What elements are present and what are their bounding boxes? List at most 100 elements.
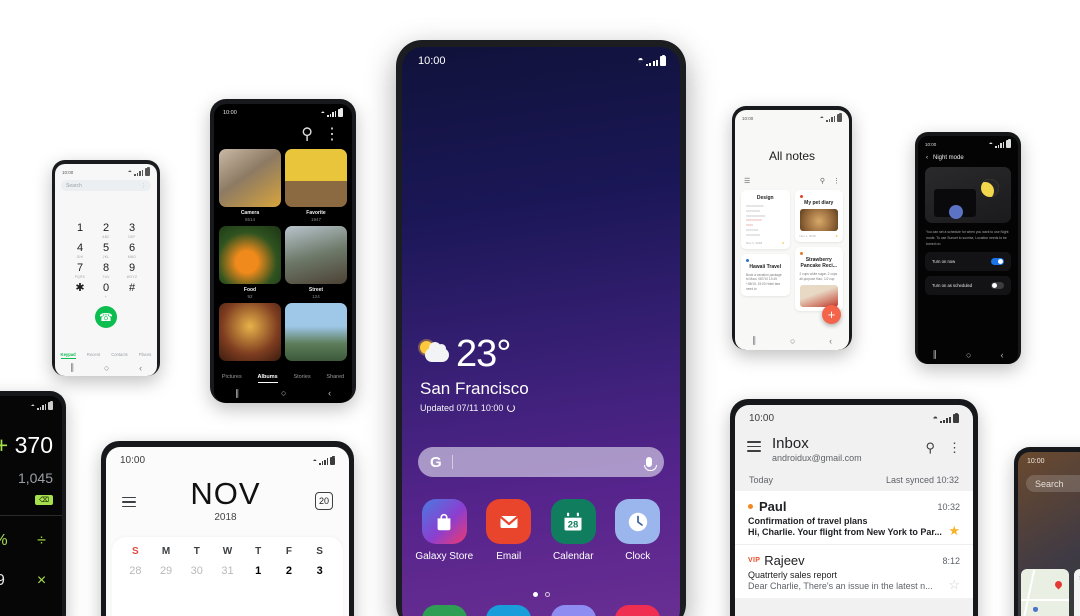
note-card[interactable]: My pet diary Nov 1, 2018 ★ <box>794 190 843 242</box>
dialer-tab-keypad[interactable]: Keypad <box>60 352 76 359</box>
dialer-tabs[interactable]: Keypad Recent Contacts Places <box>55 352 157 359</box>
nav-bar[interactable]: ∥ ○ ‹ <box>214 383 352 403</box>
calculator-key-divide[interactable]: ÷ <box>21 532 62 550</box>
dock[interactable] <box>412 605 670 616</box>
phone-calendar[interactable]: 10:00 ◓ NOV 2018 20 S M T W T F S 28 29 … <box>101 441 354 616</box>
back-arrow-icon[interactable]: ‹ <box>926 155 928 161</box>
star-icon[interactable]: ★ <box>835 234 838 238</box>
calendar-week-row[interactable]: 28 29 30 31 1 2 3 <box>120 565 335 577</box>
mail-list-item[interactable]: Paul 10:32 Confirmation of travel plans … <box>735 491 973 544</box>
home-icon[interactable]: ○ <box>966 350 971 360</box>
phone-night-mode[interactable]: 10:00 ◓ ‹ Night mode You can set a sched… <box>915 132 1021 364</box>
night-mode-header[interactable]: ‹ Night mode <box>918 148 1018 161</box>
dial-key-5[interactable]: 5 JKL <box>93 243 119 260</box>
map-pin-icon[interactable] <box>1053 579 1064 590</box>
inbox-header[interactable]: Inbox androidux@gmail.com ⚲ ⋮ <box>735 424 973 463</box>
app-clock[interactable]: Clock <box>606 499 671 563</box>
album-item[interactable]: Camera 6514 <box>219 149 281 222</box>
calculator-key-percent[interactable]: % <box>0 532 21 550</box>
back-icon[interactable]: ‹ <box>1000 350 1003 360</box>
calendar-header[interactable]: NOV 2018 20 <box>106 466 349 523</box>
notes-toolbar[interactable]: ☰ ⚲ ⋮ <box>735 163 849 190</box>
today-button[interactable]: 20 <box>315 491 333 510</box>
home-icon[interactable]: ○ <box>790 336 795 346</box>
calculator-delete-row[interactable]: ⌫ <box>0 486 62 505</box>
gallery-tab-shared[interactable]: Shared <box>326 374 344 383</box>
home-icon[interactable]: ○ <box>281 388 286 398</box>
recents-icon[interactable]: ∥ <box>933 349 938 360</box>
gallery-tab-pictures[interactable]: Pictures <box>222 374 242 383</box>
calendar-day[interactable]: 3 <box>304 565 335 577</box>
phone-map-search[interactable]: 10:00 Search Search 1 4 GHI <box>1014 447 1080 616</box>
backspace-icon[interactable]: ⌫ <box>35 495 53 505</box>
album-item[interactable]: Favorite 1947 <box>285 149 347 222</box>
more-vertical-icon[interactable]: ⋮ <box>141 183 146 189</box>
nav-bar[interactable]: ∥ ○ ‹ <box>918 345 1018 364</box>
phone-home-screen[interactable]: 10:00 ◓ 23° San Francisco Updated 07/11 … <box>396 40 686 616</box>
dialer-search-field[interactable]: Search ⋮ <box>61 180 151 191</box>
search-icon[interactable]: ⚲ <box>925 440 935 456</box>
calendar-day[interactable]: 28 <box>120 565 151 577</box>
gallery-tab-albums[interactable]: Albums <box>257 374 278 383</box>
dial-key-1[interactable]: 1 <box>67 223 93 239</box>
dial-key-hash[interactable]: # <box>119 283 145 299</box>
back-icon[interactable]: ‹ <box>328 388 331 398</box>
calendar-day[interactable]: 29 <box>151 565 182 577</box>
more-vertical-icon[interactable]: ⋮ <box>948 440 961 456</box>
note-card[interactable]: Design ≈≈≈≈≈≈≈≈≈≈ ≈≈≈≈≈≈≈≈ ≈≈≈≈≈≈≈≈≈≈≈ ≈≈≈… <box>741 190 790 249</box>
mail-list-item[interactable]: VIP Rajeev 8:12 Quatrterly sales report … <box>735 544 973 598</box>
gallery-tabs[interactable]: Pictures Albums Stories Shared <box>214 374 352 383</box>
note-card[interactable]: Strawberry Pancake Reci... 2 cups white … <box>794 247 843 311</box>
app-calendar[interactable]: 28 Calendar <box>541 499 606 563</box>
phone-calculator[interactable]: ◓ + 370 1,045 ⌫ % ÷ 9 × <box>0 391 66 616</box>
gallery-toolbar[interactable]: ⚲ ⋮ <box>214 117 352 149</box>
dial-key-9[interactable]: 9 WXYZ <box>119 263 145 280</box>
map-side-panel[interactable]: Search 1 4 GHI <box>1074 569 1080 616</box>
album-item[interactable]: Street 124 <box>285 226 347 299</box>
calendar-day[interactable]: 31 <box>212 565 243 577</box>
page-dot[interactable] <box>544 592 550 597</box>
more-vertical-icon[interactable]: ⋮ <box>324 124 340 144</box>
star-icon[interactable]: ★ <box>948 524 960 537</box>
star-icon[interactable]: ★ <box>782 241 785 245</box>
mic-icon[interactable] <box>643 457 657 471</box>
dial-key-0[interactable]: 0 + <box>93 283 119 300</box>
toggle-switch-off[interactable] <box>991 282 1004 290</box>
calendar-day[interactable]: 2 <box>274 565 305 577</box>
dial-key-3[interactable]: 3 DEF <box>119 223 145 240</box>
side-key-1[interactable]: 1 <box>1074 604 1080 615</box>
dock-phone[interactable] <box>412 605 477 616</box>
calendar-day[interactable]: 30 <box>181 565 212 577</box>
dial-key-4[interactable]: 4 GHI <box>67 243 93 260</box>
map-preview[interactable] <box>1021 569 1069 616</box>
hamburger-icon[interactable] <box>747 441 761 455</box>
dial-key-8[interactable]: 8 TUV <box>93 263 119 280</box>
dock-camera[interactable] <box>606 605 671 616</box>
add-note-icon[interactable]: + <box>822 305 841 324</box>
phone-notes[interactable]: 10:00 ◓ All notes ☰ ⚲ ⋮ Design ≈≈≈≈≈≈≈≈≈… <box>732 106 852 350</box>
google-search-bar[interactable]: G <box>418 447 664 477</box>
dock-messages[interactable] <box>477 605 542 616</box>
recents-icon[interactable]: ∥ <box>752 335 757 346</box>
back-icon[interactable]: ‹ <box>829 336 832 346</box>
page-indicator[interactable] <box>402 592 680 597</box>
home-icon[interactable]: ○ <box>104 363 109 373</box>
notes-grid[interactable]: Design ≈≈≈≈≈≈≈≈≈≈ ≈≈≈≈≈≈≈≈ ≈≈≈≈≈≈≈≈≈≈≈ ≈≈≈… <box>735 190 849 311</box>
back-icon[interactable]: ‹ <box>139 363 142 373</box>
dialer-tab-contacts[interactable]: Contacts <box>111 352 128 359</box>
night-toggle-row-now[interactable]: Turn on now <box>925 252 1011 272</box>
app-grid[interactable]: Galaxy Store Email 28 Calendar Clock <box>412 499 670 563</box>
calculator-key-multiply[interactable]: × <box>21 572 62 590</box>
app-galaxy-store[interactable]: Galaxy Store <box>412 499 477 563</box>
page-dot-active[interactable] <box>532 592 538 597</box>
calculator-keypad[interactable]: % ÷ 9 × <box>0 516 62 590</box>
weather-widget[interactable]: 23° San Francisco Updated 07/11 10:00 <box>420 335 529 413</box>
dialer-tab-recent[interactable]: Recent <box>87 352 100 359</box>
dial-key-star[interactable]: ✱ <box>67 283 93 299</box>
map-search-input[interactable]: Search <box>1026 475 1080 492</box>
nav-bar[interactable]: ∥ ○ ‹ <box>735 331 849 350</box>
refresh-icon[interactable] <box>507 404 516 412</box>
dial-key-2[interactable]: 2 ABC <box>93 223 119 240</box>
search-icon[interactable]: ⚲ <box>301 124 313 144</box>
calculator-key-9[interactable]: 9 <box>0 572 21 590</box>
